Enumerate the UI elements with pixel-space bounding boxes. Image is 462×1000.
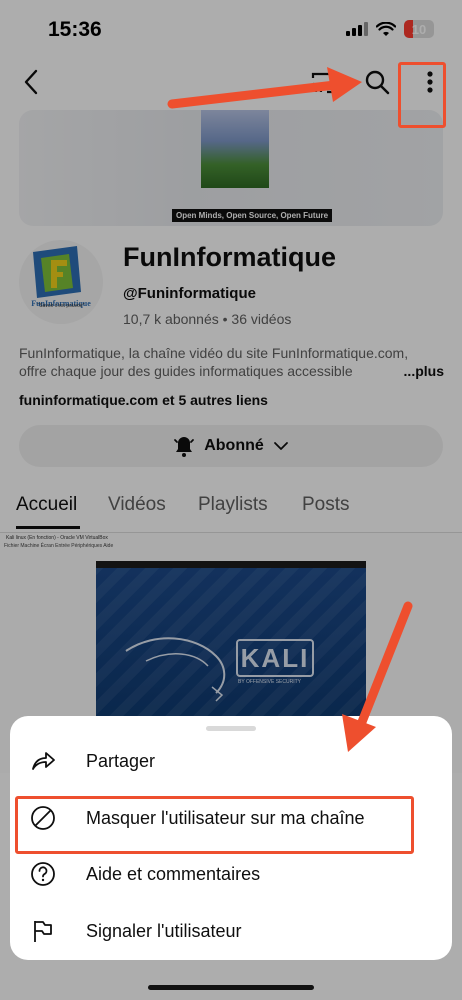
share-label: Partager (86, 750, 156, 771)
annotation-box-more (398, 62, 446, 128)
menu-item-report[interactable]: Signaler l'utilisateur (10, 906, 452, 956)
help-label: Aide et commentaires (86, 863, 261, 884)
flag-icon (34, 921, 52, 942)
sheet-drag-handle[interactable] (206, 726, 256, 731)
annotation-box-hide-user (15, 796, 414, 854)
share-icon (32, 752, 55, 770)
menu-item-share[interactable]: Partager (10, 736, 452, 786)
help-icon (31, 862, 55, 886)
home-indicator[interactable] (148, 985, 314, 990)
channel-page: 15:36 10 Open Minds, Open Source, Open F… (0, 0, 462, 1000)
menu-item-help[interactable]: Aide et commentaires (10, 849, 452, 899)
report-label: Signaler l'utilisateur (86, 920, 242, 941)
